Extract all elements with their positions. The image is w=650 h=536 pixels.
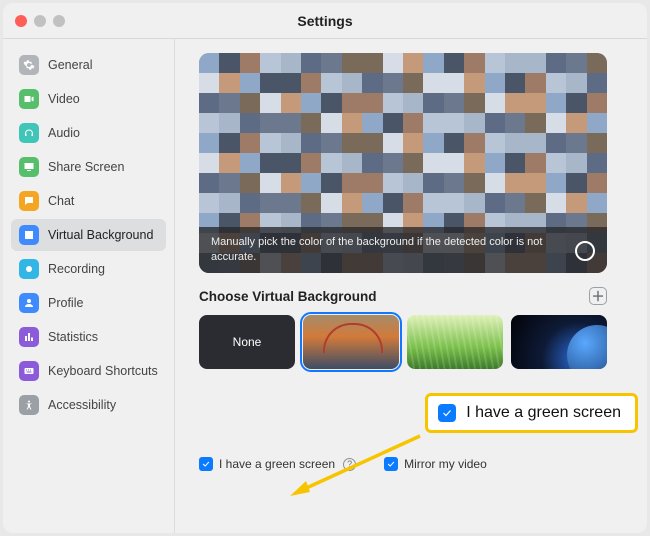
callout-label: I have a green screen	[466, 404, 621, 422]
gear-icon	[19, 55, 39, 75]
accessibility-icon	[19, 395, 39, 415]
sidebar-item-share-screen[interactable]: Share Screen	[11, 151, 166, 183]
sidebar-item-label: Virtual Background	[48, 228, 153, 242]
sidebar-item-chat[interactable]: Chat	[11, 185, 166, 217]
sidebar-item-audio[interactable]: Audio	[11, 117, 166, 149]
section-header: Choose Virtual Background ＋	[199, 287, 607, 305]
main-panel: Manually pick the color of the backgroun…	[175, 39, 647, 533]
sidebar-item-label: Audio	[48, 126, 80, 140]
checkbox-checked-icon	[199, 457, 213, 471]
sidebar-item-label: Recording	[48, 262, 105, 276]
sidebar-item-label: Chat	[48, 194, 74, 208]
bg-option-bridge[interactable]	[303, 315, 399, 369]
minimize-window-button[interactable]	[34, 15, 46, 27]
options-row: I have a green screen ? Mirror my video	[199, 457, 629, 471]
bg-option-space[interactable]	[511, 315, 607, 369]
close-window-button[interactable]	[15, 15, 27, 27]
share-screen-icon	[19, 157, 39, 177]
stats-icon	[19, 327, 39, 347]
chat-icon	[19, 191, 39, 211]
mirror-video-option[interactable]: Mirror my video	[384, 457, 487, 471]
record-icon	[19, 259, 39, 279]
section-title: Choose Virtual Background	[199, 289, 377, 304]
sidebar-item-statistics[interactable]: Statistics	[11, 321, 166, 353]
zoom-window-button[interactable]	[53, 15, 65, 27]
sidebar-item-general[interactable]: General	[11, 49, 166, 81]
keyboard-icon	[19, 361, 39, 381]
sidebar-item-profile[interactable]: Profile	[11, 287, 166, 319]
green-screen-option[interactable]: I have a green screen ?	[199, 457, 356, 471]
titlebar: Settings	[3, 3, 647, 39]
preview-caption: Manually pick the color of the backgroun…	[199, 227, 607, 273]
sidebar-item-accessibility[interactable]: Accessibility	[11, 389, 166, 421]
background-thumbnails: None	[199, 315, 607, 369]
sidebar-item-keyboard-shortcuts[interactable]: Keyboard Shortcuts	[11, 355, 166, 387]
window-title: Settings	[297, 13, 352, 29]
video-preview: Manually pick the color of the backgroun…	[199, 53, 607, 273]
sidebar-item-label: Statistics	[48, 330, 98, 344]
mirror-label: Mirror my video	[404, 457, 487, 471]
sidebar-item-recording[interactable]: Recording	[11, 253, 166, 285]
green-screen-label: I have a green screen	[219, 457, 335, 471]
headphones-icon	[19, 123, 39, 143]
bg-none-label: None	[233, 335, 262, 349]
profile-icon	[19, 293, 39, 313]
traffic-lights	[15, 15, 65, 27]
video-icon	[19, 89, 39, 109]
sidebar-item-label: Accessibility	[48, 398, 116, 412]
body: General Video Audio Share Screen Chat Vi…	[3, 39, 647, 533]
sidebar-item-label: General	[48, 58, 92, 72]
sidebar-item-label: Video	[48, 92, 80, 106]
sidebar-item-label: Profile	[48, 296, 83, 310]
bg-option-none[interactable]: None	[199, 315, 295, 369]
sidebar-item-label: Share Screen	[48, 160, 124, 174]
info-icon[interactable]: ?	[343, 458, 356, 471]
color-picker-button[interactable]	[575, 241, 595, 261]
add-background-button[interactable]: ＋	[589, 287, 607, 305]
annotation-callout: I have a green screen	[425, 393, 638, 433]
virtual-bg-icon	[19, 225, 39, 245]
checkbox-checked-icon	[384, 457, 398, 471]
bg-option-grass[interactable]	[407, 315, 503, 369]
sidebar-item-video[interactable]: Video	[11, 83, 166, 115]
settings-window: Settings General Video Audio Share Scree…	[3, 3, 647, 533]
sidebar: General Video Audio Share Screen Chat Vi…	[3, 39, 175, 533]
checkbox-checked-icon	[438, 404, 456, 422]
sidebar-item-virtual-background[interactable]: Virtual Background	[11, 219, 166, 251]
sidebar-item-label: Keyboard Shortcuts	[48, 364, 158, 378]
